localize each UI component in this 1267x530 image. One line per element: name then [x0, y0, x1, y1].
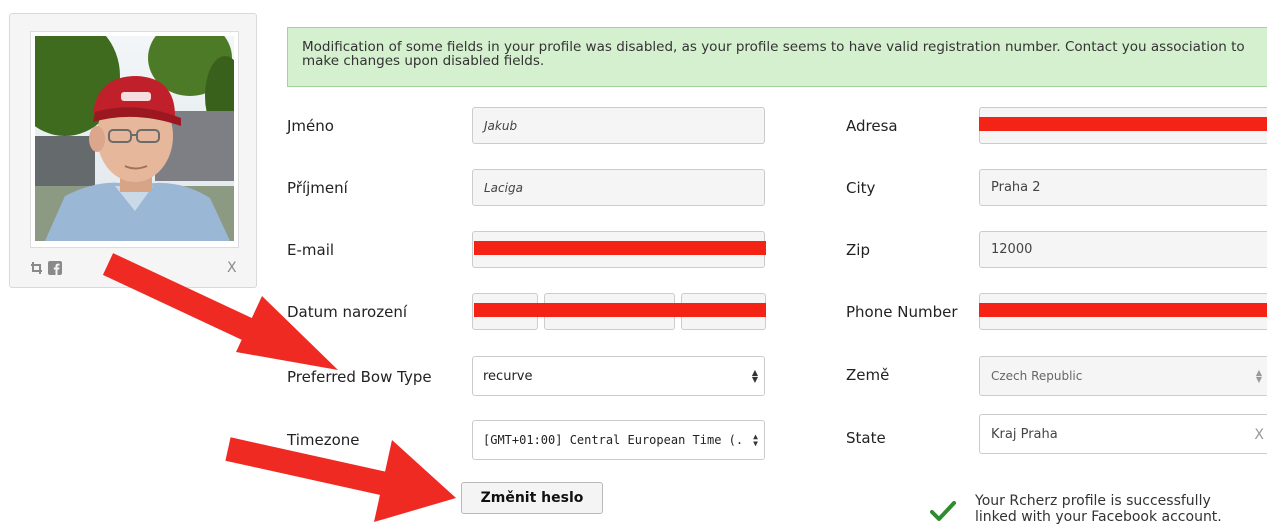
profile-photo-frame	[30, 31, 239, 248]
state-label: State	[846, 429, 886, 447]
remove-photo-icon[interactable]: X	[227, 260, 237, 276]
state-value: Kraj Praha	[991, 426, 1058, 442]
select-arrows-icon: ▲ ▼	[751, 368, 758, 384]
timezone-label: Timezone	[287, 431, 360, 449]
first-name-label: Jméno	[287, 117, 334, 135]
country-label: Země	[846, 366, 890, 384]
check-icon	[930, 500, 956, 526]
last-name-label: Příjmení	[287, 179, 348, 197]
facebook-icon[interactable]	[48, 261, 62, 279]
profile-photo[interactable]	[35, 36, 234, 241]
bow-type-value: recurve	[483, 368, 533, 384]
birth-date-label: Datum narození	[287, 303, 407, 321]
timezone-select[interactable]: [GMT+01:00] Central European Time (. ▲ ▼	[472, 420, 765, 460]
select-arrows-icon: ▲ ▼	[753, 432, 758, 448]
facebook-status-line2: linked with your Facebook account.	[975, 509, 1222, 525]
city-field[interactable]: Praha 2	[979, 169, 1267, 206]
zip-field[interactable]: 12000	[979, 231, 1267, 268]
profile-card: X	[9, 13, 257, 288]
city-label: City	[846, 179, 876, 197]
address-redaction	[979, 117, 1267, 131]
country-value: Czech Republic	[991, 369, 1083, 383]
last-name-field: Laciga	[472, 169, 765, 206]
facebook-link-status: Your Rcherz profile is successfully link…	[975, 493, 1265, 525]
change-password-button[interactable]: Změnit heslo	[461, 482, 603, 514]
country-select: Czech Republic ▲ ▼	[979, 356, 1267, 396]
bow-type-label: Preferred Bow Type	[287, 368, 432, 386]
timezone-value: [GMT+01:00] Central European Time (.	[483, 433, 744, 447]
birth-date-redaction	[474, 303, 766, 317]
address-label: Adresa	[846, 117, 898, 135]
bow-type-select[interactable]: recurve ▲ ▼	[472, 356, 765, 396]
profile-card-toolbar: X	[30, 260, 240, 279]
first-name-field: Jakub	[472, 107, 765, 144]
zip-label: Zip	[846, 241, 870, 259]
crop-icon[interactable]	[30, 261, 44, 279]
email-redaction	[474, 241, 766, 255]
facebook-status-line1: Your Rcherz profile is successfully	[975, 493, 1211, 509]
email-label: E-mail	[287, 241, 335, 259]
phone-redaction	[979, 303, 1267, 317]
phone-label: Phone Number	[846, 303, 958, 321]
select-arrows-icon: ▲ ▼	[1255, 368, 1262, 384]
clear-state-icon[interactable]: X	[1254, 427, 1264, 443]
arrow-to-change-password	[225, 437, 456, 522]
disabled-fields-notice: Modification of some fields in your prof…	[287, 27, 1267, 87]
state-select[interactable]: Kraj Praha X	[979, 414, 1267, 454]
